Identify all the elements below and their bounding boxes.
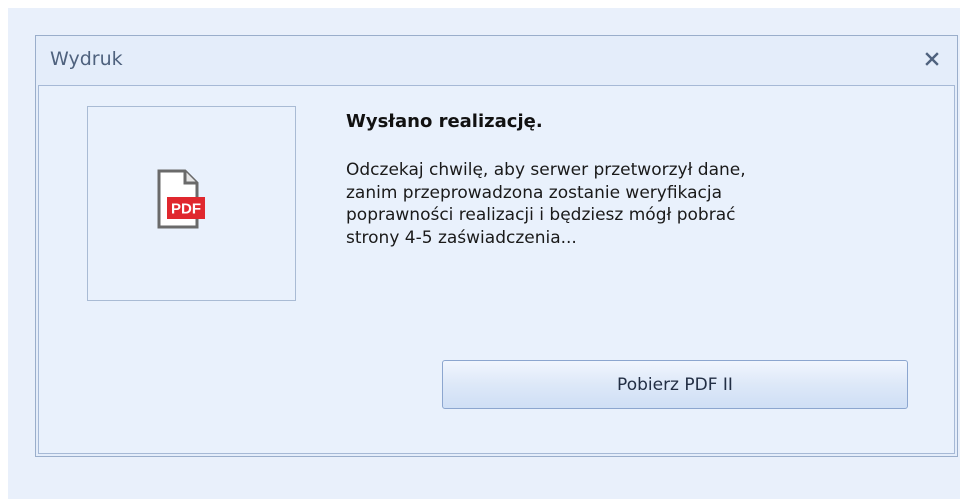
close-icon [925,52,939,66]
dialog-content: PDF Wysłano realizację. Odczekaj chwilę,… [38,85,955,454]
close-button[interactable] [921,48,943,70]
download-pdf-button[interactable]: Pobierz PDF II [442,360,908,409]
message-line: strony 4-5 zaświadczenia... [346,227,577,248]
message-line: Odczekaj chwilę, aby serwer przetworzył … [346,160,746,180]
print-dialog: Wydruk PDF Wysłano realizację. Odczekaj … [35,35,958,457]
file-preview-box: PDF [87,106,296,301]
message-body: Odczekaj chwilę, aby serwer przetworzył … [346,159,836,249]
dialog-title: Wydruk [50,48,123,70]
pdf-file-icon: PDF [157,169,205,229]
message-line: poprawności realizacji i będziesz mógł p… [346,205,736,225]
dialog-titlebar: Wydruk [36,36,957,84]
message-heading: Wysłano realizację. [346,111,543,132]
pdf-badge-label: PDF [171,201,201,218]
message-line: zanim przeprowadzona zostanie weryfikacj… [346,182,723,203]
